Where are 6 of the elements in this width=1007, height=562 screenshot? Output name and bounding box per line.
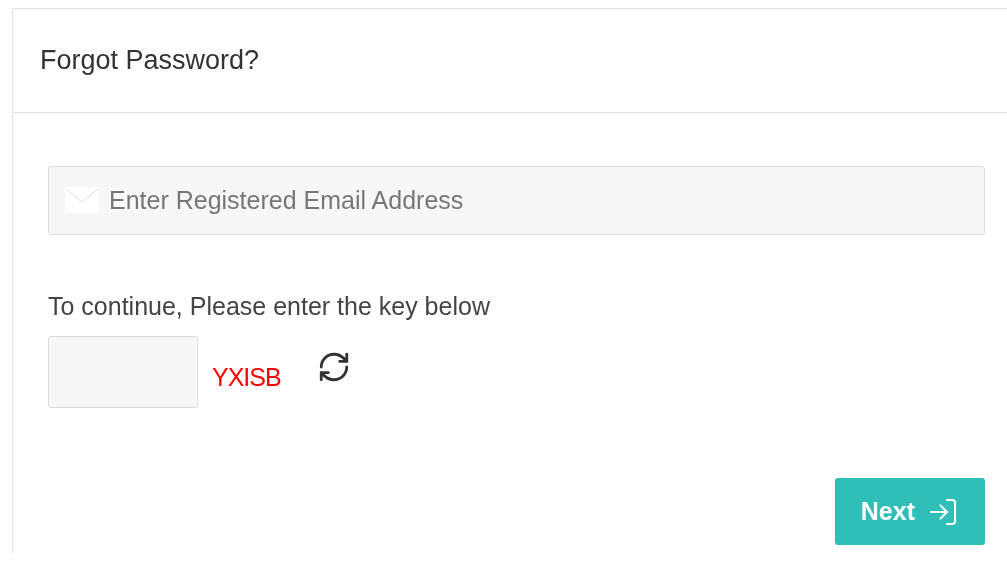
dialog-title: Forgot Password? <box>40 45 260 76</box>
captcha-prompt: To continue, Please enter the key below <box>48 292 491 321</box>
captcha-key: YXISB <box>212 362 281 392</box>
captcha-input[interactable] <box>48 336 198 408</box>
next-button[interactable]: Next <box>834 478 985 545</box>
email-field[interactable]: Enter Registered Email Address <box>48 166 985 235</box>
